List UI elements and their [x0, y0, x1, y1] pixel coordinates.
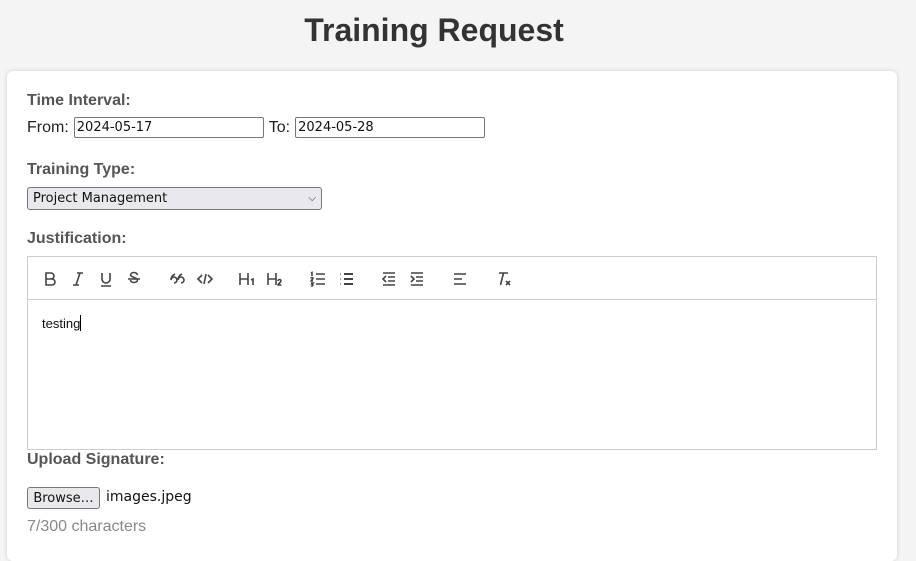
- code-block-icon[interactable]: [195, 269, 215, 289]
- justification-label: Justification:: [27, 230, 127, 247]
- underline-icon[interactable]: [96, 269, 116, 289]
- time-interval-label: Time Interval:: [27, 92, 131, 109]
- justification-editor: testing: [27, 256, 877, 450]
- request-form: Time Interval: From: To: Training Type: …: [7, 71, 897, 561]
- selected-file-name: images.jpeg: [106, 489, 192, 505]
- header-1-icon[interactable]: [237, 269, 257, 289]
- clear-format-icon[interactable]: [494, 269, 514, 289]
- to-date-input[interactable]: [295, 117, 486, 138]
- training-type-label: Training Type:: [27, 161, 136, 178]
- from-date-input[interactable]: [73, 117, 264, 138]
- justification-text: testing: [42, 316, 81, 331]
- indent-icon[interactable]: [407, 269, 427, 289]
- to-label: To:: [268, 118, 291, 136]
- training-type-value: Project Management: [33, 191, 168, 206]
- browse-button[interactable]: Browse…: [27, 487, 100, 509]
- blockquote-icon[interactable]: [167, 269, 187, 289]
- bold-icon[interactable]: [40, 269, 60, 289]
- from-label: From:: [27, 118, 69, 136]
- italic-icon[interactable]: [68, 269, 88, 289]
- outdent-icon[interactable]: [379, 269, 399, 289]
- date-range-row: From: To:: [27, 117, 486, 138]
- strikethrough-icon[interactable]: [124, 269, 144, 289]
- header-2-icon[interactable]: [265, 269, 285, 289]
- training-type-select[interactable]: Project Management ⌵: [27, 187, 322, 210]
- editor-toolbar: [28, 257, 876, 300]
- chevron-down-icon: ⌵: [308, 193, 316, 204]
- ordered-list-icon[interactable]: [308, 269, 328, 289]
- character-counter: 7/300 characters: [27, 518, 147, 535]
- align-left-icon[interactable]: [450, 269, 470, 289]
- bullet-list-icon[interactable]: [336, 269, 356, 289]
- editor-content[interactable]: testing: [42, 315, 82, 331]
- text-cursor: [80, 315, 82, 331]
- upload-signature-label: Upload Signature:: [27, 451, 165, 468]
- page-title: Training Request: [304, 12, 564, 48]
